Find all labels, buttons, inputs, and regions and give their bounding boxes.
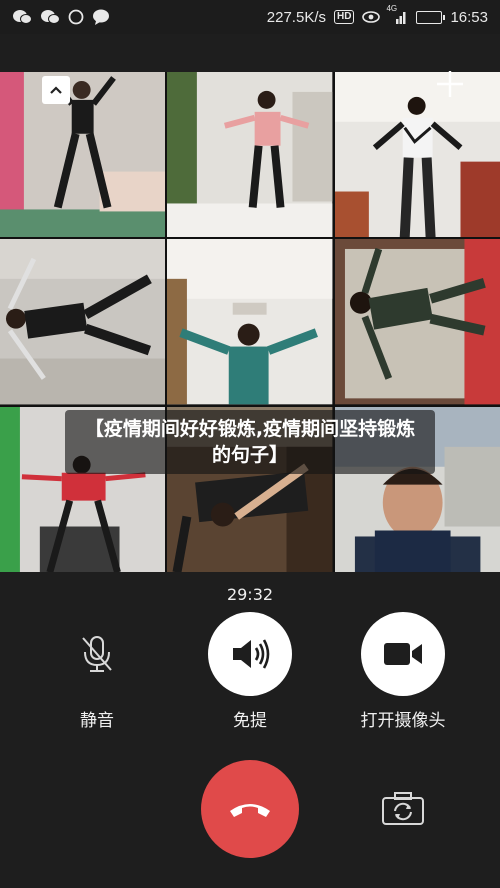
speaker-control[interactable]: 免提 (190, 612, 310, 731)
camera-button[interactable] (361, 612, 445, 696)
chevron-up-icon (50, 86, 62, 94)
eye-icon (362, 11, 381, 23)
video-tile-5[interactable] (167, 239, 333, 405)
video-tile-2[interactable] (167, 72, 333, 238)
speaker-label: 免提 (233, 711, 267, 731)
overlay-banner: 【疫情期间好好锻炼,疫情期间坚持锻炼的句子】 (65, 410, 435, 474)
signal-icon: 4G (386, 4, 408, 24)
status-bar: 227.5K/s HD 4G 16:53 (0, 0, 500, 34)
video-feed-1 (0, 72, 166, 238)
hangup-button[interactable] (201, 760, 299, 858)
camera-switch-icon (382, 792, 424, 825)
chat-icon (92, 9, 110, 25)
video-grid (0, 72, 500, 572)
video-tile-4[interactable] (0, 239, 166, 405)
circle-icon (68, 9, 84, 25)
video-feed-2 (167, 72, 333, 238)
speaker-button[interactable] (208, 612, 292, 696)
network-speed: 227.5K/s (266, 8, 326, 26)
plus-icon (437, 71, 463, 97)
network-type: 4G (386, 4, 398, 13)
call-timer: 29:32 (226, 585, 274, 604)
overlay-text: 【疫情期间好好锻炼,疫情期间坚持锻炼的句子】 (84, 418, 416, 466)
wechat-icon (12, 9, 32, 25)
status-left (12, 9, 110, 25)
wechat-moments-icon (40, 9, 60, 25)
video-feed-6 (334, 239, 500, 405)
video-feed-5 (167, 239, 333, 405)
collapse-button[interactable] (42, 76, 70, 104)
video-feed-4 (0, 239, 166, 405)
camera-label: 打开摄像头 (360, 711, 446, 731)
switch-camera-button[interactable] (380, 788, 426, 828)
status-right: 227.5K/s HD 4G 16:53 (266, 4, 488, 26)
video-tile-3[interactable] (334, 72, 500, 238)
mute-control[interactable]: 静音 (37, 612, 157, 731)
video-camera-icon (384, 643, 422, 665)
microphone-muted-icon (82, 636, 112, 672)
speaker-icon (233, 639, 270, 669)
mute-button[interactable] (55, 612, 139, 696)
video-tile-1[interactable] (0, 72, 166, 238)
battery-icon (416, 10, 446, 24)
phone-hangup-icon (230, 804, 270, 817)
mute-label: 静音 (80, 711, 114, 731)
video-tile-6[interactable] (334, 239, 500, 405)
hd-icon: HD (334, 10, 355, 24)
add-participant-button[interactable] (432, 66, 468, 102)
camera-control[interactable]: 打开摄像头 (343, 612, 463, 731)
video-feed-3 (334, 72, 500, 238)
status-time: 16:53 (450, 8, 488, 26)
